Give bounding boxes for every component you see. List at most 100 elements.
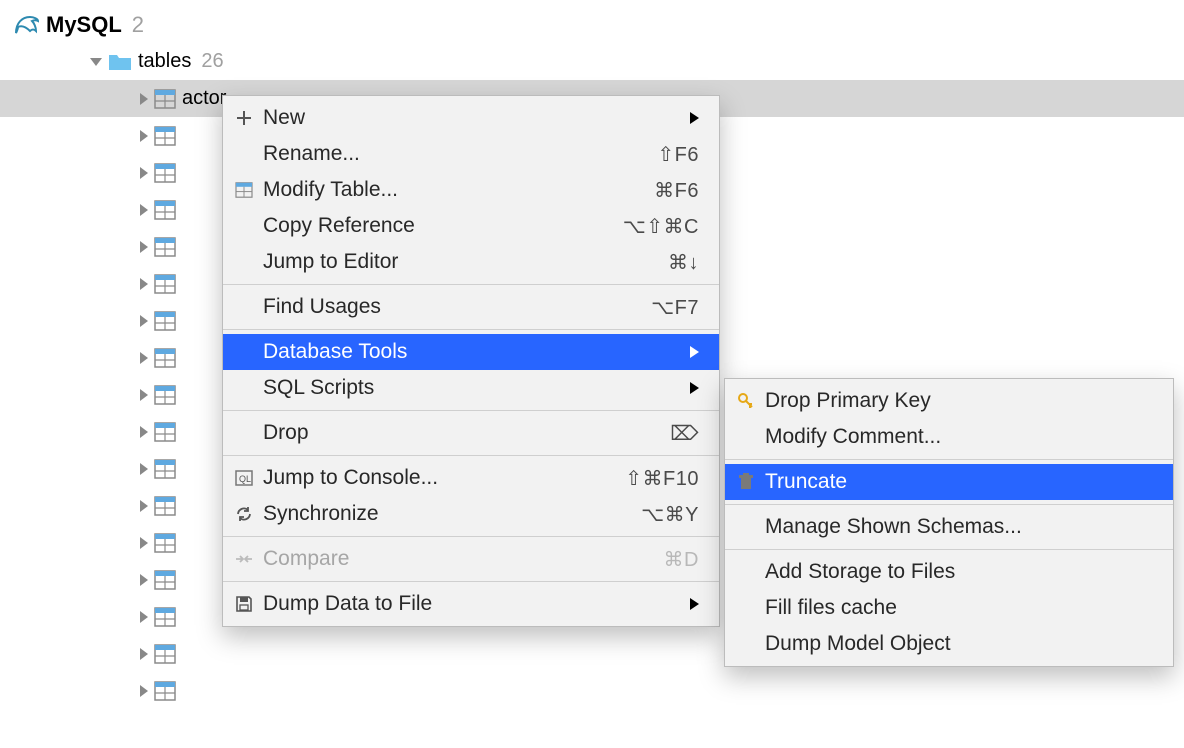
menu-separator <box>223 536 719 537</box>
svg-text:QL: QL <box>239 474 251 484</box>
table-icon <box>154 422 176 442</box>
menu-label: Drop Primary Key <box>765 389 1153 413</box>
context-menu-primary: New Rename... ⇧F6 Modify Table... ⌘F6 Co… <box>222 95 720 627</box>
shortcut: ⌥⌘Y <box>641 502 699 527</box>
submenu-truncate[interactable]: Truncate <box>725 464 1173 500</box>
submenu-drop-pk[interactable]: Drop Primary Key <box>725 383 1173 419</box>
shortcut: ⌘F6 <box>654 178 699 203</box>
compare-icon <box>233 548 255 570</box>
key-icon <box>735 390 757 412</box>
menu-label: New <box>263 106 682 130</box>
submenu-arrow-icon <box>690 598 699 610</box>
menu-database-tools[interactable]: Database Tools <box>223 334 719 370</box>
submenu-fill-cache[interactable]: Fill files cache <box>725 590 1173 626</box>
menu-jump-console[interactable]: QL Jump to Console... ⇧⌘F10 <box>223 460 719 496</box>
expand-arrow-right-icon <box>140 500 148 512</box>
menu-label: Modify Comment... <box>765 425 1153 449</box>
menu-separator <box>725 459 1173 460</box>
menu-label: Modify Table... <box>263 178 654 202</box>
table-icon <box>154 607 176 627</box>
menu-find-usages[interactable]: Find Usages ⌥F7 <box>223 289 719 325</box>
menu-rename[interactable]: Rename... ⇧F6 <box>223 136 719 172</box>
menu-label: Find Usages <box>263 295 651 319</box>
menu-modify-table[interactable]: Modify Table... ⌘F6 <box>223 172 719 208</box>
expand-arrow-right-icon <box>140 685 148 697</box>
menu-synchronize[interactable]: Synchronize ⌥⌘Y <box>223 496 719 532</box>
expand-arrow-right-icon <box>140 204 148 216</box>
folder-label: tables <box>138 50 191 73</box>
shortcut: ⇧⌘F10 <box>625 466 699 491</box>
expand-arrow-right-icon <box>140 537 148 549</box>
folder-count: 26 <box>201 50 223 73</box>
menu-label: Jump to Console... <box>263 466 625 490</box>
expand-arrow-right-icon <box>140 574 148 586</box>
menu-label: Jump to Editor <box>263 250 668 274</box>
menu-label: SQL Scripts <box>263 376 682 400</box>
table-icon <box>233 179 255 201</box>
menu-separator <box>223 581 719 582</box>
menu-compare: Compare ⌘D <box>223 541 719 577</box>
table-icon <box>154 311 176 331</box>
tables-folder[interactable]: tables 26 <box>0 43 1184 80</box>
shortcut: ⇧F6 <box>657 142 699 167</box>
menu-label: Dump Model Object <box>765 632 1153 656</box>
menu-drop[interactable]: Drop ⌦ <box>223 415 719 451</box>
expand-arrow-right-icon <box>140 241 148 253</box>
shortcut: ⌥F7 <box>651 295 699 320</box>
expand-arrow-right-icon <box>140 315 148 327</box>
table-icon <box>154 237 176 257</box>
shortcut: ⌘D <box>664 547 699 572</box>
table-icon <box>154 681 176 701</box>
submenu-arrow-icon <box>690 112 699 124</box>
menu-label: Synchronize <box>263 502 641 526</box>
submenu-dump-model[interactable]: Dump Model Object <box>725 626 1173 662</box>
menu-jump-editor[interactable]: Jump to Editor ⌘↓ <box>223 244 719 280</box>
expand-arrow-right-icon <box>140 648 148 660</box>
expand-arrow-down-icon <box>90 58 102 66</box>
plus-icon <box>233 107 255 129</box>
menu-sql-scripts[interactable]: SQL Scripts <box>223 370 719 406</box>
shortcut: ⌦ <box>670 421 699 446</box>
expand-arrow-right-icon <box>140 93 148 105</box>
table-icon <box>154 163 176 183</box>
table-icon <box>154 348 176 368</box>
menu-new[interactable]: New <box>223 100 719 136</box>
menu-separator <box>223 410 719 411</box>
expand-arrow-right-icon <box>140 130 148 142</box>
expand-arrow-right-icon <box>140 463 148 475</box>
table-icon <box>154 570 176 590</box>
expand-arrow-right-icon <box>140 426 148 438</box>
menu-label: Drop <box>263 421 670 445</box>
menu-separator <box>725 549 1173 550</box>
expand-arrow-right-icon <box>140 167 148 179</box>
menu-dump-data[interactable]: Dump Data to File <box>223 586 719 622</box>
menu-label: Dump Data to File <box>263 592 682 616</box>
menu-separator <box>725 504 1173 505</box>
menu-label: Copy Reference <box>263 214 623 238</box>
save-icon <box>233 593 255 615</box>
submenu-modify-comment[interactable]: Modify Comment... <box>725 419 1173 455</box>
db-count: 2 <box>132 12 144 38</box>
menu-label: Truncate <box>765 470 1153 494</box>
menu-separator <box>223 284 719 285</box>
table-icon <box>154 274 176 294</box>
expand-arrow-right-icon <box>140 278 148 290</box>
submenu-arrow-icon <box>690 382 699 394</box>
menu-copy-reference[interactable]: Copy Reference ⌥⇧⌘C <box>223 208 719 244</box>
trash-icon <box>735 471 757 493</box>
db-label: MySQL <box>46 12 122 38</box>
submenu-add-storage[interactable]: Add Storage to Files <box>725 554 1173 590</box>
mysql-dolphin-icon <box>12 13 40 37</box>
console-icon: QL <box>233 467 255 489</box>
table-icon <box>154 200 176 220</box>
submenu-arrow-icon <box>690 346 699 358</box>
table-name: actor <box>182 87 226 110</box>
menu-separator <box>223 455 719 456</box>
table-icon <box>154 533 176 553</box>
menu-label: Rename... <box>263 142 657 166</box>
menu-label: Manage Shown Schemas... <box>765 515 1153 539</box>
submenu-manage-schemas[interactable]: Manage Shown Schemas... <box>725 509 1173 545</box>
db-node[interactable]: MySQL 2 <box>0 6 1184 43</box>
menu-separator <box>223 329 719 330</box>
table-node[interactable] <box>0 672 1184 709</box>
